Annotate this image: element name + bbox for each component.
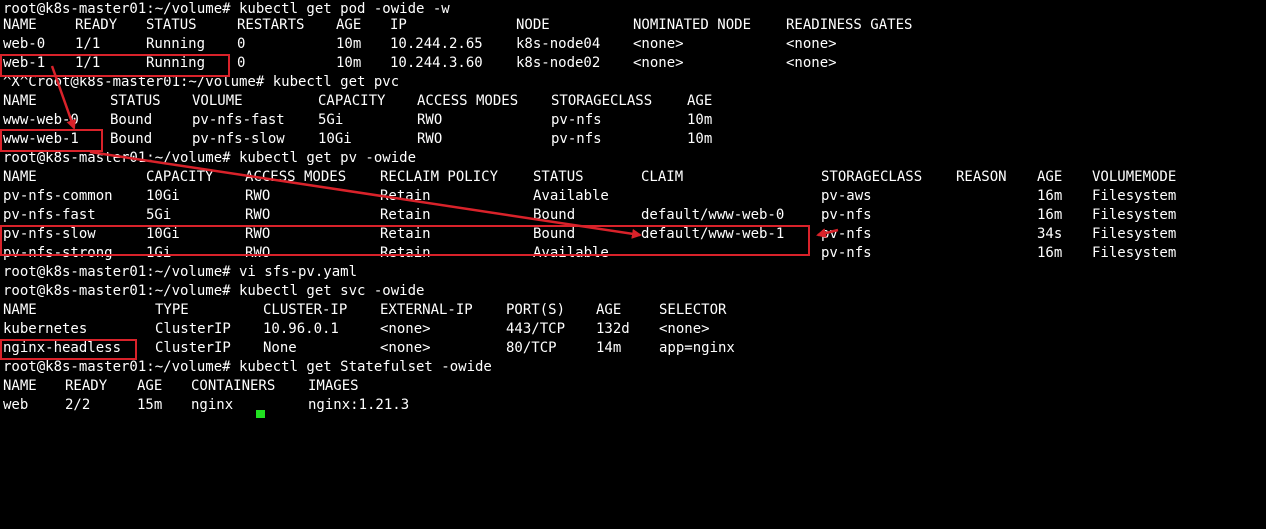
arrow-pod-to-pvc bbox=[50, 65, 77, 130]
annotation-layer bbox=[50, 65, 839, 239]
arrow-pvc-to-pv bbox=[89, 150, 642, 239]
arrow-storageclass bbox=[816, 228, 839, 238]
